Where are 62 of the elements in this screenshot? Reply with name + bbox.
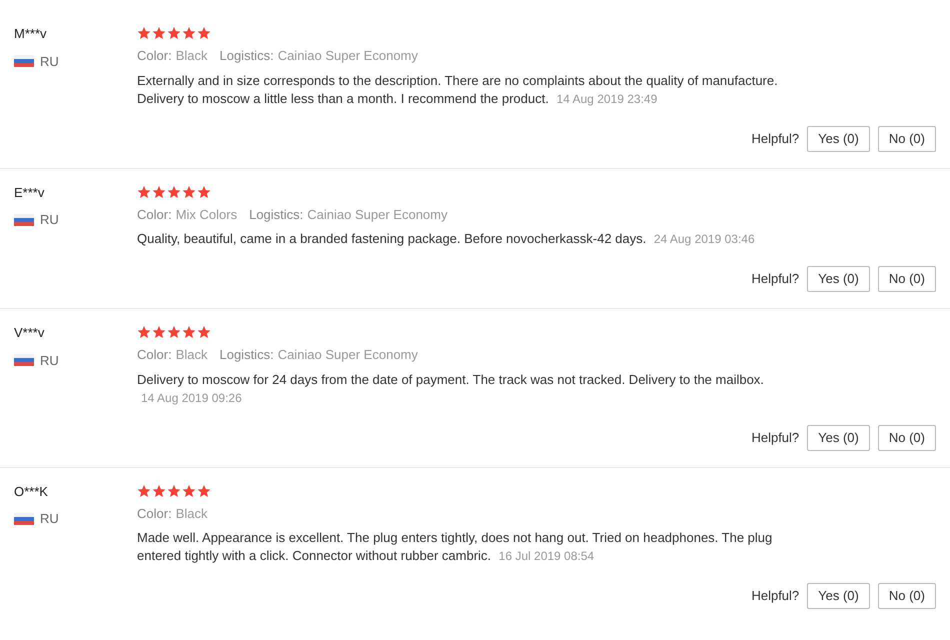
attribute-label: Color:: [137, 346, 172, 364]
attribute-label: Color:: [137, 47, 172, 65]
star-icon: [197, 184, 211, 198]
star-icon: [182, 26, 196, 40]
attribute-value: Black: [176, 346, 208, 364]
reviewer-name: M***v: [14, 25, 48, 43]
yes-button[interactable]: Yes (0): [807, 266, 870, 292]
country-code: RU: [40, 52, 59, 70]
yes-button[interactable]: Yes (0): [807, 583, 870, 609]
flag-icon: [14, 354, 34, 366]
flag-icon: [14, 512, 34, 525]
yes-button[interactable]: Yes (0): [807, 424, 870, 450]
reviewer-name: O***K: [14, 482, 49, 500]
country-code: RU: [40, 510, 59, 528]
review-text: Quality, beautiful, came in a branded fastening package. Before novocherkassk-42 days. 24 Aug 2019 03:46: [137, 230, 756, 248]
star-icon: [182, 484, 196, 498]
country-code: RU: [40, 352, 59, 370]
attribute-value: Black: [176, 47, 208, 65]
star-icon: [182, 184, 196, 198]
star-icon: [137, 325, 151, 339]
yes-button[interactable]: Yes (0): [807, 126, 870, 152]
no-button[interactable]: No (0): [878, 583, 936, 609]
star-icon: [182, 325, 196, 339]
review-text: Externally and in size corresponds to the description. There are no complaints about the quality of manufacture. Delivery to moscow a little less than a month. I recommend the product. 14 Aug 2019 23:49: [137, 72, 779, 108]
helpful-label: Helpful?: [751, 587, 800, 606]
star-icon: [137, 26, 151, 40]
star-icon: [137, 184, 151, 198]
attribute-label: Color:: [137, 504, 172, 522]
no-button[interactable]: No (0): [878, 266, 936, 292]
attribute-value: Cainiao Super Economy: [278, 47, 418, 65]
attribute-label: Color:: [137, 206, 172, 224]
attribute-label: Logistics:: [249, 206, 304, 224]
review-text: Delivery to moscow for 24 days from the date of payment. The track was not tracked. Delivery to the mailbox. 14 Aug 2019 09:26: [137, 370, 765, 406]
star-icon: [167, 184, 181, 198]
star-icon: [167, 484, 181, 498]
reviewer-name: E***v: [14, 184, 46, 202]
country-code: RU: [40, 211, 59, 229]
attribute-label: Logistics:: [219, 346, 274, 364]
star-icon: [152, 325, 166, 339]
flag-icon: [14, 214, 34, 226]
star-icon: [197, 325, 211, 339]
review-text: Made well. Appearance is excellent. The plug enters tightly, does not hang out. Tried on headphones. The plug entered tightly with a click. Connector without rubber cambric. 16 Jul 2019 08:54: [137, 529, 774, 565]
star-icon: [152, 484, 166, 498]
star-icon: [197, 26, 211, 40]
star-icon: [167, 26, 181, 40]
attribute-value: Cainiao Super Economy: [307, 206, 448, 224]
flag-icon: [14, 55, 34, 68]
helpful-label: Helpful?: [751, 270, 800, 288]
no-button[interactable]: No (0): [878, 424, 936, 450]
star-icon: [137, 484, 151, 498]
reviewer-name: V***v: [14, 324, 46, 342]
helpful-label: Helpful?: [751, 428, 800, 447]
attribute-value: Black: [176, 504, 208, 522]
attribute-value: Cainiao Super Economy: [278, 346, 418, 364]
star-icon: [197, 484, 211, 498]
star-icon: [152, 184, 166, 198]
star-icon: [152, 26, 166, 40]
helpful-label: Helpful?: [751, 130, 800, 148]
attribute-label: Logistics:: [219, 47, 274, 65]
attribute-value: Mix Colors: [176, 206, 238, 224]
no-button[interactable]: No (0): [878, 126, 936, 152]
star-icon: [167, 325, 181, 339]
